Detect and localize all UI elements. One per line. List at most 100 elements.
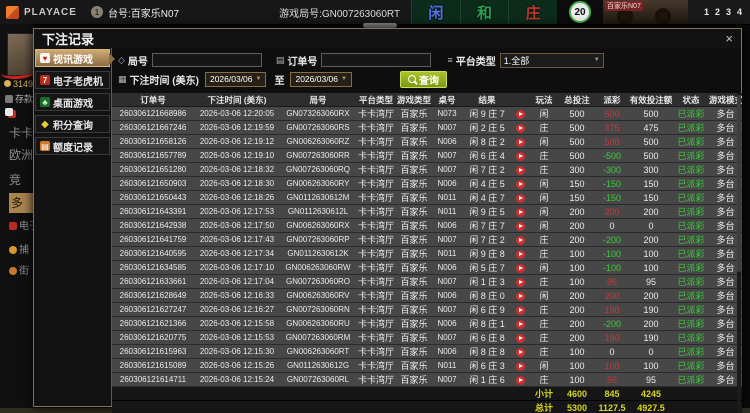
sidebar-item-quota-records[interactable]: ▤ 额度记录 [35,137,110,155]
table-no-cell: N011 [432,359,462,373]
result-cell: 闲 8 庄 2 [462,135,512,149]
lobby-nav-item[interactable]: 街 [9,262,29,277]
replay-cell [512,149,529,163]
replay-button[interactable] [516,138,525,147]
game-type-cell: 百家乐 [396,107,432,121]
order-number-cell: 260306121667246 [112,121,194,135]
close-icon[interactable]: × [725,32,733,45]
sidebar-item-video-games[interactable]: ♥ 视讯游戏 [35,49,110,67]
total-bet-cell: 500 [559,121,595,135]
seat-1[interactable]: 1 [704,7,709,17]
header-game-type: 游戏类型 [396,93,432,107]
table-row: 260306121651280 2026-03-06 12:18:32 GN00… [112,163,742,177]
replay-button[interactable] [516,278,525,287]
replay-button[interactable] [516,250,525,259]
total-valid: 4927.5 [629,401,673,413]
lobby-nav-item[interactable]: 电子 [9,217,34,232]
replay-button[interactable] [516,320,525,329]
payout-cell: -300 [595,163,629,177]
replay-button[interactable] [516,334,525,343]
lobby-nav-item[interactable]: 捕 [9,241,29,256]
bet-zone-banker[interactable]: 庄 [508,0,557,24]
total-bet-cell: 200 [559,205,595,219]
bet-zone-tie[interactable]: 和 [460,0,509,24]
round-id-cell: GN007263060RP [280,233,356,247]
replay-button[interactable] [516,376,525,385]
lobby-nav-item[interactable]: 欧洲 [9,146,33,163]
replay-button[interactable] [516,208,525,217]
replay-cell [512,303,529,317]
order-number-cell: 260306121633661 [112,275,194,289]
lobby-nav-item[interactable]: 卡卡 [9,124,33,141]
replay-button[interactable] [516,152,525,161]
play-icon [519,350,523,354]
result-cell: 闲 1 庄 3 [462,275,512,289]
subtotal-valid: 4245 [629,387,673,401]
total-bet-cell: 100 [559,275,595,289]
lobby-nav-item-selected[interactable]: 多 [9,193,34,213]
order-number-cell: 260306121628649 [112,289,194,303]
status-cell: 已派彩 [673,331,709,345]
date-to-select[interactable]: 2026/03/06 ▼ [290,72,352,87]
header-valid-bet: 有效投注额 [629,93,673,107]
result-cell: 闲 6 庄 9 [462,303,512,317]
valid-bet-cell: 300 [629,163,673,177]
valid-bet-cell: 500 [629,135,673,149]
replay-button[interactable] [516,292,525,301]
deposit-button[interactable]: 存款 [5,92,33,105]
seat-2[interactable]: 2 [715,7,720,17]
round-id-cell: GN007263060RO [280,275,356,289]
status-cell: 已派彩 [673,135,709,149]
scrollbar-thumb[interactable] [737,95,741,272]
play-type-cell: 闲 [529,289,559,303]
order-number-input[interactable] [321,53,431,67]
bet-time-cell: 2026-03-06 12:15:26 [194,359,280,373]
replay-button[interactable] [516,236,525,245]
search-button[interactable]: 查询 [400,71,447,88]
valid-bet-cell: 150 [629,191,673,205]
replay-button[interactable] [516,124,525,133]
sidebar-item-table-games[interactable]: ♣ 桌面游戏 [35,93,110,111]
sidebar-item-slots[interactable]: 7 电子老虎机 [35,71,110,89]
cards-shortcut[interactable] [5,107,15,117]
game-type-cell: 百家乐 [396,135,432,149]
payout-cell: 0 [595,345,629,359]
order-number-cell: 260306121643391 [112,205,194,219]
replay-button[interactable] [516,110,525,119]
replay-button[interactable] [516,348,525,357]
replay-button[interactable] [516,194,525,203]
seat-4[interactable]: 4 [737,7,742,17]
order-number-cell: 260306121657789 [112,149,194,163]
game-type-cell: 百家乐 [396,317,432,331]
video-games-icon: ♥ [40,53,50,63]
payout-cell: 190 [595,303,629,317]
bet-time-cell: 2026-03-06 12:17:04 [194,275,280,289]
round-id-cell: GN006263060RY [280,177,356,191]
round-number-input[interactable] [152,53,262,67]
platform-cell: 卡卡湾厅 [356,303,396,317]
game-type-cell: 百家乐 [396,191,432,205]
replay-button[interactable] [516,264,525,273]
round-id-cell: GN0112630612L [280,205,356,219]
dialog-title-bar: 下注记录 × [34,29,741,48]
replay-button[interactable] [516,166,525,175]
replay-button[interactable] [516,222,525,231]
platform-type-select[interactable]: 1.全部 ▼ [500,53,604,68]
replay-cell [512,135,529,149]
table-no-cell: N007 [432,303,462,317]
lobby-nav-item[interactable]: 竞 [9,171,21,188]
replay-button[interactable] [516,306,525,315]
slot-machine-icon: 7 [40,75,50,85]
header-total-bet: 总投注 [559,93,595,107]
bet-zone-player[interactable]: 闲 [411,0,460,24]
replay-button[interactable] [516,362,525,371]
sidebar-item-points[interactable]: ◆ 积分查询 [35,115,110,133]
order-number-cell: 260306121651280 [112,163,194,177]
replay-button[interactable] [516,180,525,189]
seat-3[interactable]: 3 [726,7,731,17]
date-from-select[interactable]: 2026/03/06 ▼ [205,72,267,87]
table-scrollbar[interactable] [737,93,741,413]
result-cell: 闲 6 庄 4 [462,149,512,163]
total-payout: 1127.5 [595,401,629,413]
round-id-cell: GN007263060RR [280,149,356,163]
